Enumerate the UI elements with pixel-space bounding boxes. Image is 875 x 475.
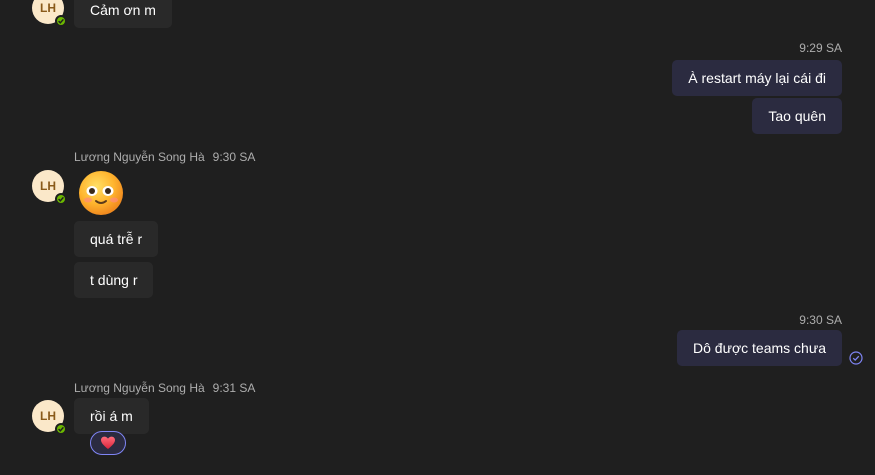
message-bubble[interactable]: rồi á m bbox=[74, 398, 149, 434]
presence-available-icon bbox=[55, 15, 67, 27]
smiling-face-emoji[interactable] bbox=[77, 169, 125, 217]
presence-available-icon bbox=[55, 423, 67, 435]
avatar[interactable]: LH bbox=[32, 170, 67, 205]
sender-name: Lương Nguyễn Song Hà bbox=[74, 381, 205, 395]
message-timestamp: 9:29 SA bbox=[799, 41, 842, 55]
presence-available-icon bbox=[55, 193, 67, 205]
message-text: Tao quên bbox=[768, 108, 826, 124]
sender-name: Lương Nguyễn Song Hà bbox=[74, 150, 205, 164]
avatar-initials: LH bbox=[40, 179, 56, 193]
seen-check-icon bbox=[849, 351, 863, 365]
message-header: Lương Nguyễn Song Hà 9:30 SA bbox=[74, 150, 255, 164]
message-timestamp: 9:30 SA bbox=[799, 313, 842, 327]
message-timestamp: 9:30 SA bbox=[212, 150, 256, 164]
avatar[interactable]: LH bbox=[32, 400, 67, 435]
message-timestamp: 9:31 SA bbox=[212, 381, 256, 395]
reaction-heart-button[interactable] bbox=[90, 431, 126, 455]
message-bubble[interactable]: t dùng r bbox=[74, 262, 154, 298]
message-text: À restart máy lại cái đi bbox=[688, 70, 826, 86]
message-text: Cảm ơn m bbox=[90, 2, 156, 18]
message-text: quá trễ r bbox=[90, 231, 143, 247]
message-text: t dùng r bbox=[90, 272, 138, 288]
avatar-initials: LH bbox=[40, 409, 56, 423]
message-bubble[interactable]: Tao quên bbox=[752, 98, 842, 134]
message-header: Lương Nguyễn Song Hà 9:31 SA bbox=[74, 381, 255, 395]
message-text: Dô được teams chưa bbox=[693, 340, 826, 356]
message-text: rồi á m bbox=[90, 408, 133, 424]
message-bubble[interactable]: quá trễ r bbox=[74, 221, 159, 257]
heart-icon bbox=[101, 436, 115, 449]
chat-thread: LH Cảm ơn m 9:29 SA À restart máy lại cá… bbox=[0, 0, 875, 475]
message-bubble[interactable]: Dô được teams chưa bbox=[677, 330, 842, 366]
avatar[interactable]: LH bbox=[32, 0, 67, 27]
message-bubble[interactable]: Cảm ơn m bbox=[74, 0, 172, 28]
message-bubble[interactable]: À restart máy lại cái đi bbox=[672, 60, 842, 96]
avatar-initials: LH bbox=[40, 1, 56, 15]
